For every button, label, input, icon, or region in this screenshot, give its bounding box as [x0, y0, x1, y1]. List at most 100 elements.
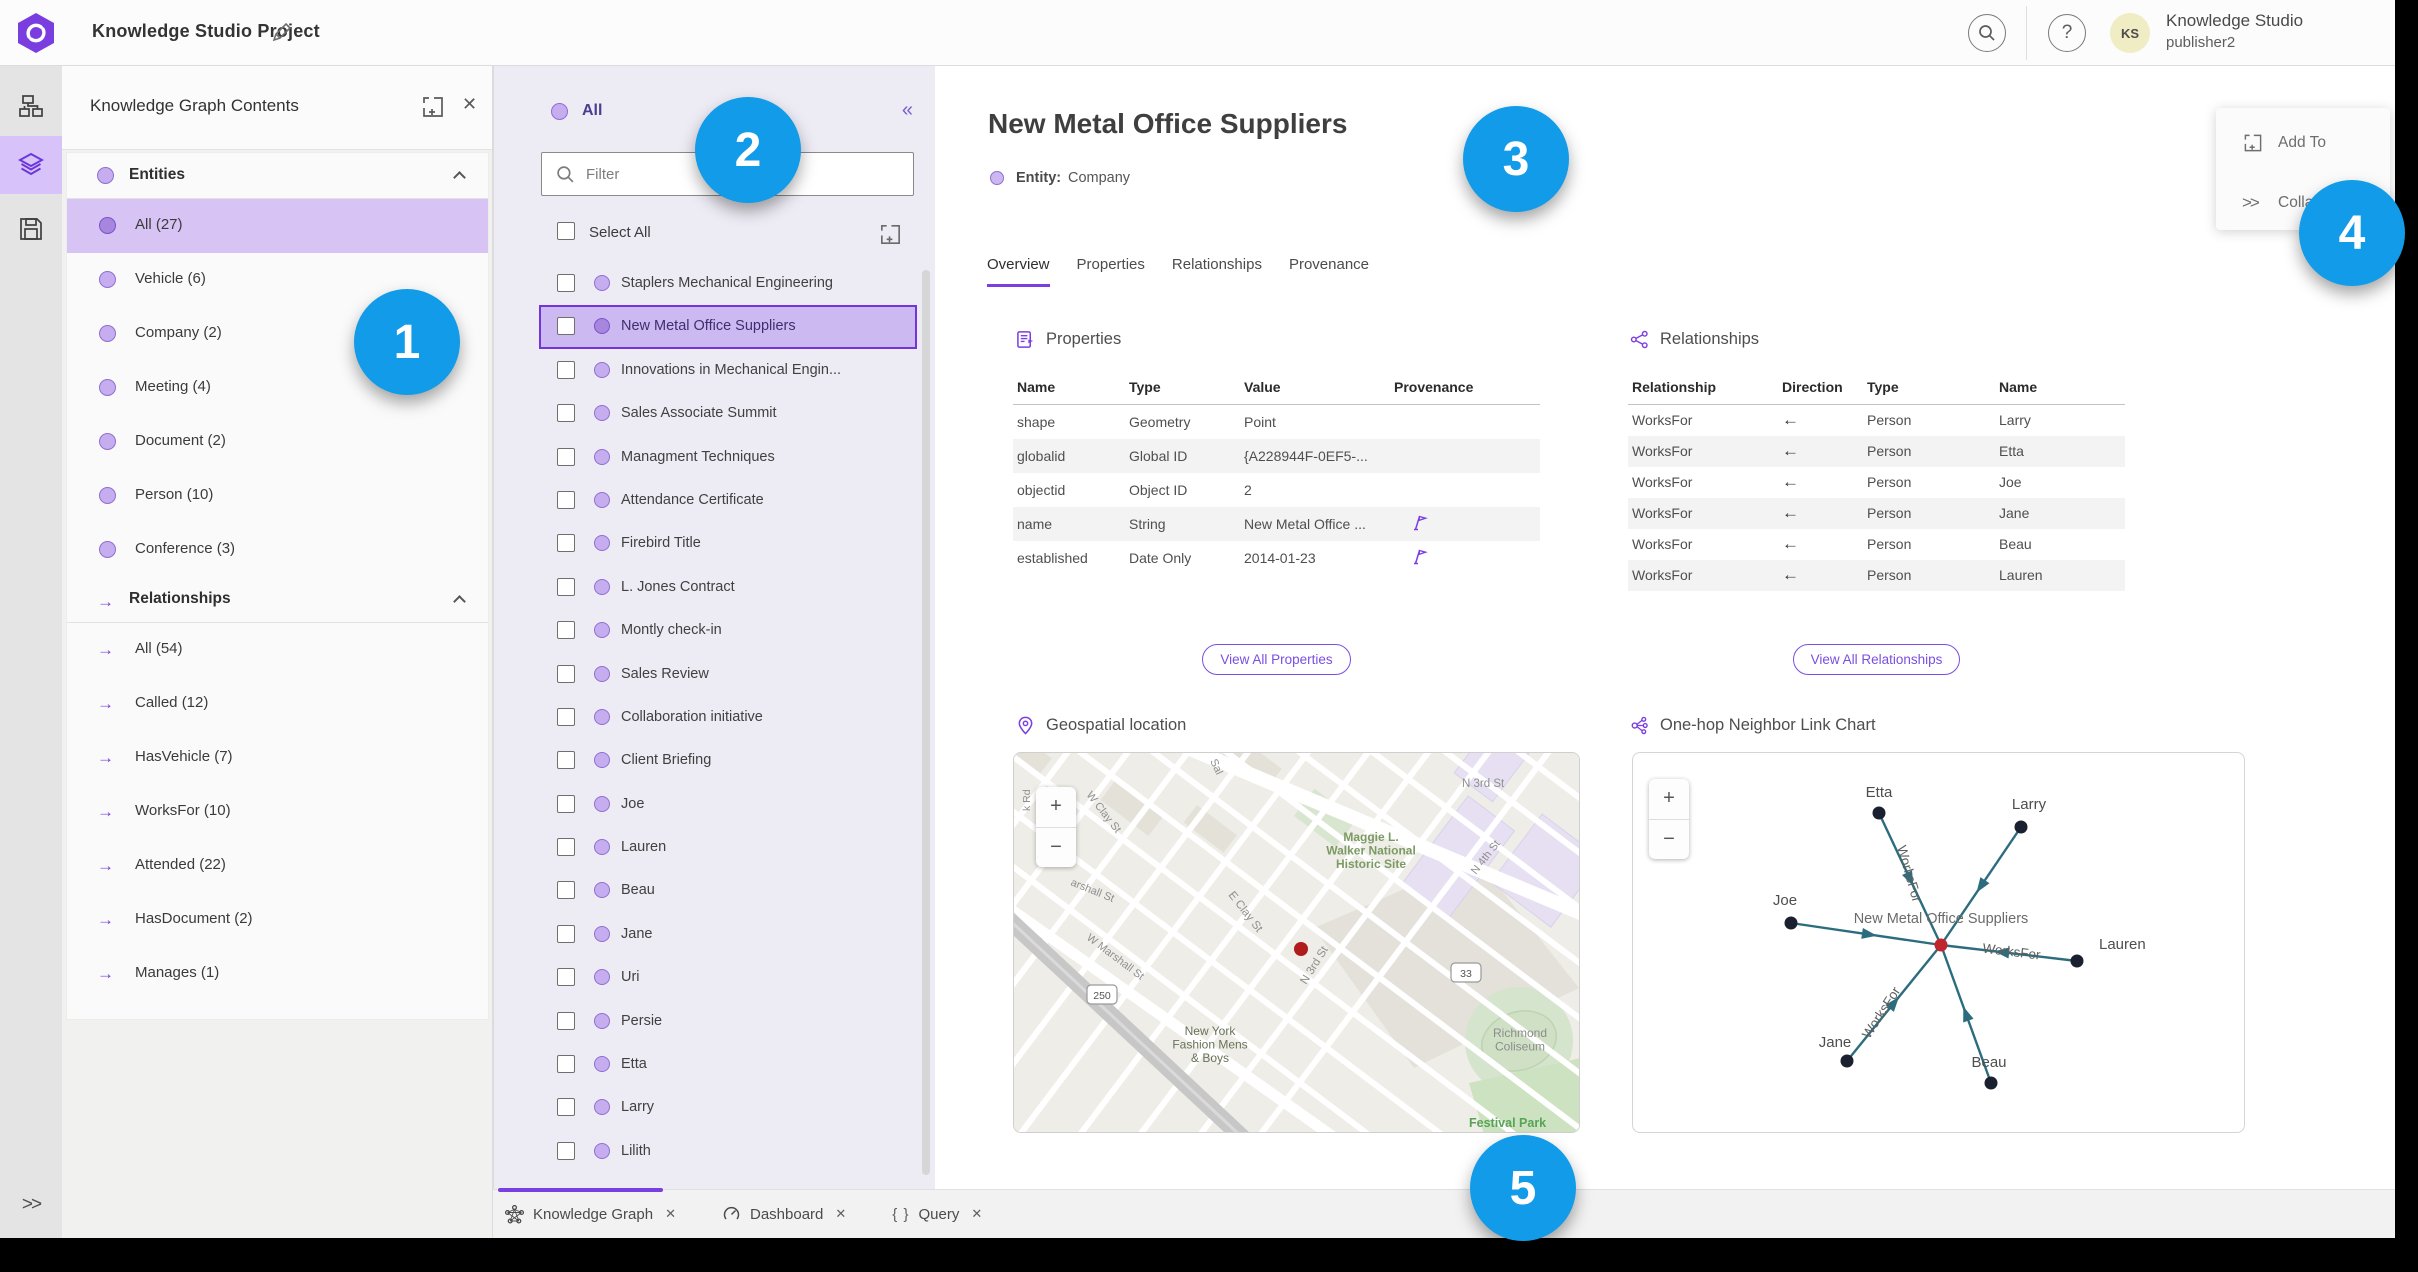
- zoom-out-button[interactable]: −: [1649, 820, 1689, 860]
- item-checkbox[interactable]: [557, 924, 575, 943]
- list-item[interactable]: Innovations in Mechanical Engin...: [494, 349, 935, 392]
- item-checkbox[interactable]: [557, 664, 575, 683]
- list-item[interactable]: Managment Techniques: [494, 436, 935, 479]
- item-checkbox[interactable]: [557, 838, 575, 857]
- geospatial-map[interactable]: k Rd W Clay St Sal N 3rd St Maggie L. Walker …: [1013, 752, 1580, 1133]
- tree-item[interactable]: → Called (12): [67, 677, 488, 731]
- item-checkbox[interactable]: [557, 968, 575, 987]
- item-checkbox[interactable]: [557, 404, 575, 423]
- edit-title-icon[interactable]: [270, 20, 294, 44]
- add-frame-icon[interactable]: [878, 222, 903, 247]
- relationship-link[interactable]: WorksFor: [1628, 498, 1778, 529]
- tab-overview[interactable]: Overview: [987, 256, 1050, 287]
- item-checkbox[interactable]: [557, 577, 575, 596]
- bottom-tab-query[interactable]: { } Query ✕: [892, 1206, 982, 1223]
- add-to-menu-item[interactable]: Add To: [2216, 126, 2390, 160]
- zoom-in-button[interactable]: +: [1649, 779, 1689, 820]
- list-item[interactable]: Joe: [494, 783, 935, 826]
- tree-item[interactable]: Person (10): [67, 469, 488, 523]
- item-checkbox[interactable]: [557, 1055, 575, 1074]
- bottom-tab-knowledge-graph[interactable]: Knowledge Graph ✕: [505, 1204, 676, 1224]
- list-item[interactable]: L. Jones Contract: [494, 566, 935, 609]
- relationship-link[interactable]: WorksFor: [1628, 529, 1778, 560]
- item-checkbox[interactable]: [557, 447, 575, 466]
- list-item[interactable]: Attendance Certificate: [494, 479, 935, 522]
- data-model-button[interactable]: [0, 78, 62, 136]
- list-item[interactable]: Jane: [494, 913, 935, 956]
- zoom-out-button[interactable]: −: [1036, 828, 1076, 868]
- list-item[interactable]: Lauren: [494, 826, 935, 869]
- search-button[interactable]: [1968, 14, 2006, 52]
- select-all-checkbox[interactable]: [557, 222, 575, 240]
- list-item[interactable]: Client Briefing: [494, 739, 935, 782]
- close-panel-button[interactable]: ✕: [462, 94, 477, 115]
- zoom-in-button[interactable]: +: [1036, 787, 1076, 828]
- tree-item[interactable]: Conference (3): [67, 523, 488, 577]
- rel-name-link[interactable]: Lauren: [1995, 560, 2125, 591]
- item-checkbox[interactable]: [557, 490, 575, 509]
- tree-item[interactable]: All (27): [67, 199, 488, 253]
- collapse-list-panel-button[interactable]: «: [902, 99, 913, 122]
- tree-section-header[interactable]: → Relationships: [67, 577, 488, 623]
- user-block[interactable]: Knowledge Studio publisher2: [2166, 10, 2303, 54]
- tree-item[interactable]: → HasVehicle (7): [67, 731, 488, 785]
- list-scrollbar[interactable]: [922, 270, 930, 1175]
- bottom-tab-dashboard[interactable]: Dashboard ✕: [722, 1205, 846, 1224]
- one-hop-link-chart[interactable]: WorksFor WorksFor WorksFor Etta Larry Joe Laur…: [1632, 752, 2245, 1133]
- relationship-link[interactable]: WorksFor: [1628, 405, 1778, 436]
- tree-item[interactable]: → HasDocument (2): [67, 893, 488, 947]
- list-item[interactable]: Lilith: [494, 1130, 935, 1173]
- item-checkbox[interactable]: [557, 1141, 575, 1160]
- item-checkbox[interactable]: [557, 1011, 575, 1030]
- close-tab-icon[interactable]: ✕: [971, 1206, 982, 1222]
- tree-item[interactable]: → Attended (22): [67, 839, 488, 893]
- list-item[interactable]: Collaboration initiative: [494, 696, 935, 739]
- close-tab-icon[interactable]: ✕: [665, 1206, 676, 1222]
- tab-relationships[interactable]: Relationships: [1172, 256, 1262, 287]
- list-item[interactable]: Etta: [494, 1043, 935, 1086]
- expand-rail-button[interactable]: >>: [0, 1194, 62, 1216]
- list-item[interactable]: New Metal Office Suppliers: [539, 305, 917, 349]
- list-item[interactable]: Persie: [494, 1000, 935, 1043]
- chevron-up-icon[interactable]: [453, 171, 466, 184]
- view-all-relationships-button[interactable]: View All Relationships: [1792, 644, 1961, 675]
- add-to-new-icon[interactable]: [420, 94, 446, 120]
- tree-item[interactable]: → Manages (1): [67, 947, 488, 1001]
- item-checkbox[interactable]: [557, 274, 575, 292]
- list-item[interactable]: Larry: [494, 1086, 935, 1129]
- list-item[interactable]: Montly check-in: [494, 609, 935, 652]
- rel-name-link[interactable]: Beau: [1995, 529, 2125, 560]
- view-all-properties-button[interactable]: View All Properties: [1202, 644, 1351, 675]
- tree-item[interactable]: Document (2): [67, 415, 488, 469]
- item-checkbox[interactable]: [557, 751, 575, 770]
- provenance-flag-icon[interactable]: [1412, 548, 1428, 565]
- tree-item[interactable]: → WorksFor (10): [67, 785, 488, 839]
- rel-name-link[interactable]: Jane: [1995, 498, 2125, 529]
- tab-properties[interactable]: Properties: [1077, 256, 1145, 287]
- item-checkbox[interactable]: [557, 621, 575, 640]
- tree-section-header[interactable]: Entities: [67, 153, 488, 199]
- save-button[interactable]: [0, 200, 62, 258]
- rel-name-link[interactable]: Larry: [1995, 405, 2125, 436]
- list-item[interactable]: Firebird Title: [494, 522, 935, 565]
- user-avatar[interactable]: KS: [2110, 13, 2150, 53]
- item-checkbox[interactable]: [557, 794, 575, 813]
- relationship-link[interactable]: WorksFor: [1628, 560, 1778, 591]
- relationship-link[interactable]: WorksFor: [1628, 436, 1778, 467]
- chevron-up-icon[interactable]: [453, 595, 466, 608]
- close-tab-icon[interactable]: ✕: [835, 1206, 846, 1222]
- list-item[interactable]: Staplers Mechanical Engineering: [494, 262, 935, 305]
- list-item[interactable]: Beau: [494, 869, 935, 912]
- list-item[interactable]: Uri: [494, 956, 935, 999]
- help-button[interactable]: ?: [2048, 14, 2086, 52]
- item-checkbox[interactable]: [557, 881, 575, 900]
- list-item[interactable]: Sales Review: [494, 653, 935, 696]
- list-item[interactable]: Sales Associate Summit: [494, 392, 935, 435]
- relationship-link[interactable]: WorksFor: [1628, 467, 1778, 498]
- rel-name-link[interactable]: Etta: [1995, 436, 2125, 467]
- rel-name-link[interactable]: Joe: [1995, 467, 2125, 498]
- item-checkbox[interactable]: [557, 534, 575, 553]
- item-checkbox[interactable]: [557, 360, 575, 379]
- tree-item[interactable]: → All (54): [67, 623, 488, 677]
- item-checkbox[interactable]: [557, 317, 575, 336]
